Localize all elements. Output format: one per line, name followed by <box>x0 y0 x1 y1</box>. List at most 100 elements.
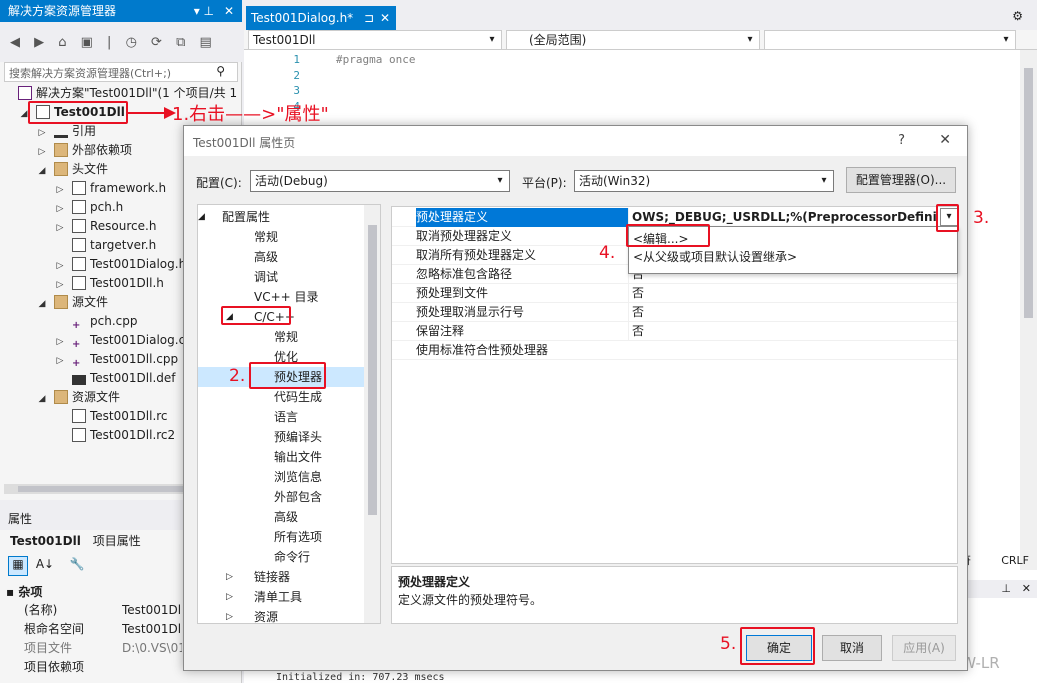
apply-button[interactable]: 应用(A) <box>892 635 956 661</box>
config-manager-button[interactable]: 配置管理器(O)... <box>846 167 956 193</box>
expand-icon[interactable]: ◢ <box>36 162 48 181</box>
nav-item[interactable]: 调试 <box>198 267 364 287</box>
member-scope-combo[interactable]: ▾ <box>764 30 1016 50</box>
expand-icon[interactable]: ▷ <box>226 607 233 623</box>
categorized-icon[interactable]: ▦ <box>8 556 28 576</box>
close-icon[interactable]: ✕ <box>1022 580 1031 598</box>
dropdown-item-inherit[interactable]: <从父级或项目默认设置继承> <box>633 248 797 266</box>
nav-scrollbar[interactable] <box>364 205 380 623</box>
folder-icon <box>54 390 68 404</box>
grid-row-name: 忽略标准包含路径 <box>416 267 513 281</box>
nav-item[interactable]: ▷ 资源 <box>198 607 364 623</box>
pin-icon[interactable]: ⊥ <box>1001 580 1011 598</box>
nav-item[interactable]: 所有选项 <box>198 527 364 547</box>
cpp-file-icon: + <box>72 339 81 350</box>
property-grid: 预处理器定义 OWS;_DEBUG;_USRDLL;%(PreprocessorD… <box>391 206 958 564</box>
search-icon[interactable]: ⚲ <box>216 64 225 78</box>
tree-item[interactable]: ▷ 引用 <box>36 122 96 141</box>
tree-item[interactable]: ◢ 头文件 <box>36 160 108 179</box>
folder-icon <box>54 162 68 176</box>
tree-item[interactable]: ▷ framework.h <box>54 179 166 198</box>
tree-item[interactable]: Test001Dll.rc <box>54 407 168 426</box>
tree-item[interactable]: Test001Dll.rc2 <box>54 426 175 445</box>
cpp-file-icon: + <box>72 358 81 369</box>
tree-item[interactable]: Test001Dll.def <box>54 369 175 388</box>
tree-item[interactable]: ▷ Test001Dll.h <box>54 274 164 293</box>
annotation-step5: 5. <box>720 634 737 654</box>
tree-item[interactable]: + pch.cpp <box>54 312 137 331</box>
chevron-down-icon[interactable]: ▾ <box>741 31 759 49</box>
tree-item[interactable]: ◢ 源文件 <box>36 293 108 312</box>
config-combo[interactable]: 活动(Debug) ▾ <box>250 170 510 192</box>
tree-item-label: Test001Dll.cpp <box>90 352 179 366</box>
expand-icon[interactable]: ▷ <box>226 587 233 607</box>
nav-tree: ◢ 配置属性 常规 高级 调试 VC++ 目录 ◢ C/C++ 常规 优化 预处理器 代码生成 语言 预编… <box>197 204 381 624</box>
grid-row[interactable]: 使用标准符合性预处理器 <box>392 341 957 360</box>
chevron-down-icon[interactable]: ▾ <box>483 31 501 49</box>
search-input[interactable]: 搜索解决方案资源管理器(Ctrl+;) <box>9 65 171 81</box>
tree-item[interactable]: ▷ Test001Dialog.h <box>54 255 186 274</box>
properties-section[interactable]: ▪ 杂项 <box>6 583 42 601</box>
nav-item[interactable]: 高级 <box>198 507 364 527</box>
code-line[interactable]: #pragma once <box>336 52 415 68</box>
expand-icon[interactable]: ◢ <box>36 390 48 409</box>
nav-item[interactable]: 高级 <box>198 247 364 267</box>
global-scope-combo[interactable]: (全局范围) ▾ <box>506 30 760 50</box>
editor-scrollbar[interactable] <box>1020 50 1037 570</box>
tree-item[interactable]: ◢ 资源文件 <box>36 388 120 407</box>
tree-item[interactable]: targetver.h <box>54 236 156 255</box>
nav-item[interactable]: 常规 <box>198 227 364 247</box>
help-button[interactable]: ? <box>898 133 905 148</box>
nav-item[interactable]: VC++ 目录 <box>198 287 364 307</box>
nav-item[interactable]: 命令行 <box>198 547 364 567</box>
project-scope-combo[interactable]: Test001Dll ▾ <box>248 30 502 50</box>
sort-alpha-icon[interactable]: A↓ <box>36 557 54 571</box>
tree-item[interactable]: ▷ + Test001Dll.cpp <box>54 350 179 369</box>
nav-item[interactable]: 外部包含 <box>198 487 364 507</box>
platform-combo[interactable]: 活动(Win32) ▾ <box>574 170 834 192</box>
toolbar-icons[interactable]: ◀ ▶ ⌂ ▣ | ◷ ⟳ ⧉ ▤ <box>10 35 217 50</box>
tree-item[interactable]: ▷ pch.h <box>54 198 123 217</box>
close-icon[interactable]: ✕ <box>939 132 951 148</box>
grid-row-name: 预处理取消显示行号 <box>416 305 525 319</box>
tree-item[interactable]: ▷ + Test001Dialog.c <box>54 331 186 350</box>
chevron-down-icon[interactable]: ▾ <box>815 171 833 191</box>
grid-row-value[interactable]: 否 <box>628 303 957 322</box>
grid-row-value[interactable]: 否 <box>628 322 957 341</box>
close-tab-icon[interactable]: ✕ <box>380 6 390 30</box>
tree-item[interactable]: ▷ 外部依赖项 <box>36 141 132 160</box>
pin-icon[interactable]: ▾ ⊥ <box>194 0 214 22</box>
nav-item[interactable]: 语言 <box>198 407 364 427</box>
cancel-button[interactable]: 取消 <box>822 635 882 661</box>
search-box[interactable]: 搜索解决方案资源管理器(Ctrl+;) ⚲ <box>4 62 238 82</box>
tree-item-label: pch.cpp <box>90 314 138 328</box>
grid-row[interactable]: 预处理取消显示行号 否 <box>392 303 957 322</box>
nav-item[interactable]: ▷ 清单工具 <box>198 587 364 607</box>
nav-item[interactable]: 输出文件 <box>198 447 364 467</box>
grid-row[interactable]: 保留注释 否 <box>392 322 957 341</box>
nav-item[interactable]: ◢ 配置属性 <box>198 207 364 227</box>
nav-item[interactable]: 预编译头 <box>198 427 364 447</box>
expand-icon[interactable]: ▷ <box>226 567 233 587</box>
grid-row-value[interactable]: 否 <box>628 284 957 303</box>
solution-explorer-titlebar: 解决方案资源管理器 ▾ ⊥ ✕ <box>0 0 242 22</box>
wrench-icon[interactable]: 🔧 <box>70 557 85 571</box>
editor-tab[interactable]: Test001Dialog.h* ⊐ ✕ <box>246 6 396 30</box>
expand-icon[interactable]: ◢ <box>36 295 48 314</box>
pin-icon[interactable]: ⊐ <box>364 6 374 30</box>
tree-item[interactable]: ▷ Resource.h <box>54 217 156 236</box>
nav-item-label: 链接器 <box>254 570 291 584</box>
tree-item-label: 资源文件 <box>72 390 121 404</box>
dependency-icon <box>54 143 68 157</box>
tree-item-label: Test001Dll.rc <box>90 409 168 423</box>
nav-item[interactable]: 浏览信息 <box>198 467 364 487</box>
gear-icon[interactable]: ⚙ <box>1012 9 1023 23</box>
close-icon[interactable]: ✕ <box>224 0 234 22</box>
nav-item[interactable]: 常规 <box>198 327 364 347</box>
nav-item[interactable]: 代码生成 <box>198 387 364 407</box>
grid-row[interactable]: 预处理到文件 否 <box>392 284 957 303</box>
chevron-down-icon[interactable]: ▾ <box>491 171 509 191</box>
collapse-icon[interactable]: ◢ <box>198 207 205 227</box>
chevron-down-icon[interactable]: ▾ <box>997 31 1015 49</box>
nav-item[interactable]: ▷ 链接器 <box>198 567 364 587</box>
